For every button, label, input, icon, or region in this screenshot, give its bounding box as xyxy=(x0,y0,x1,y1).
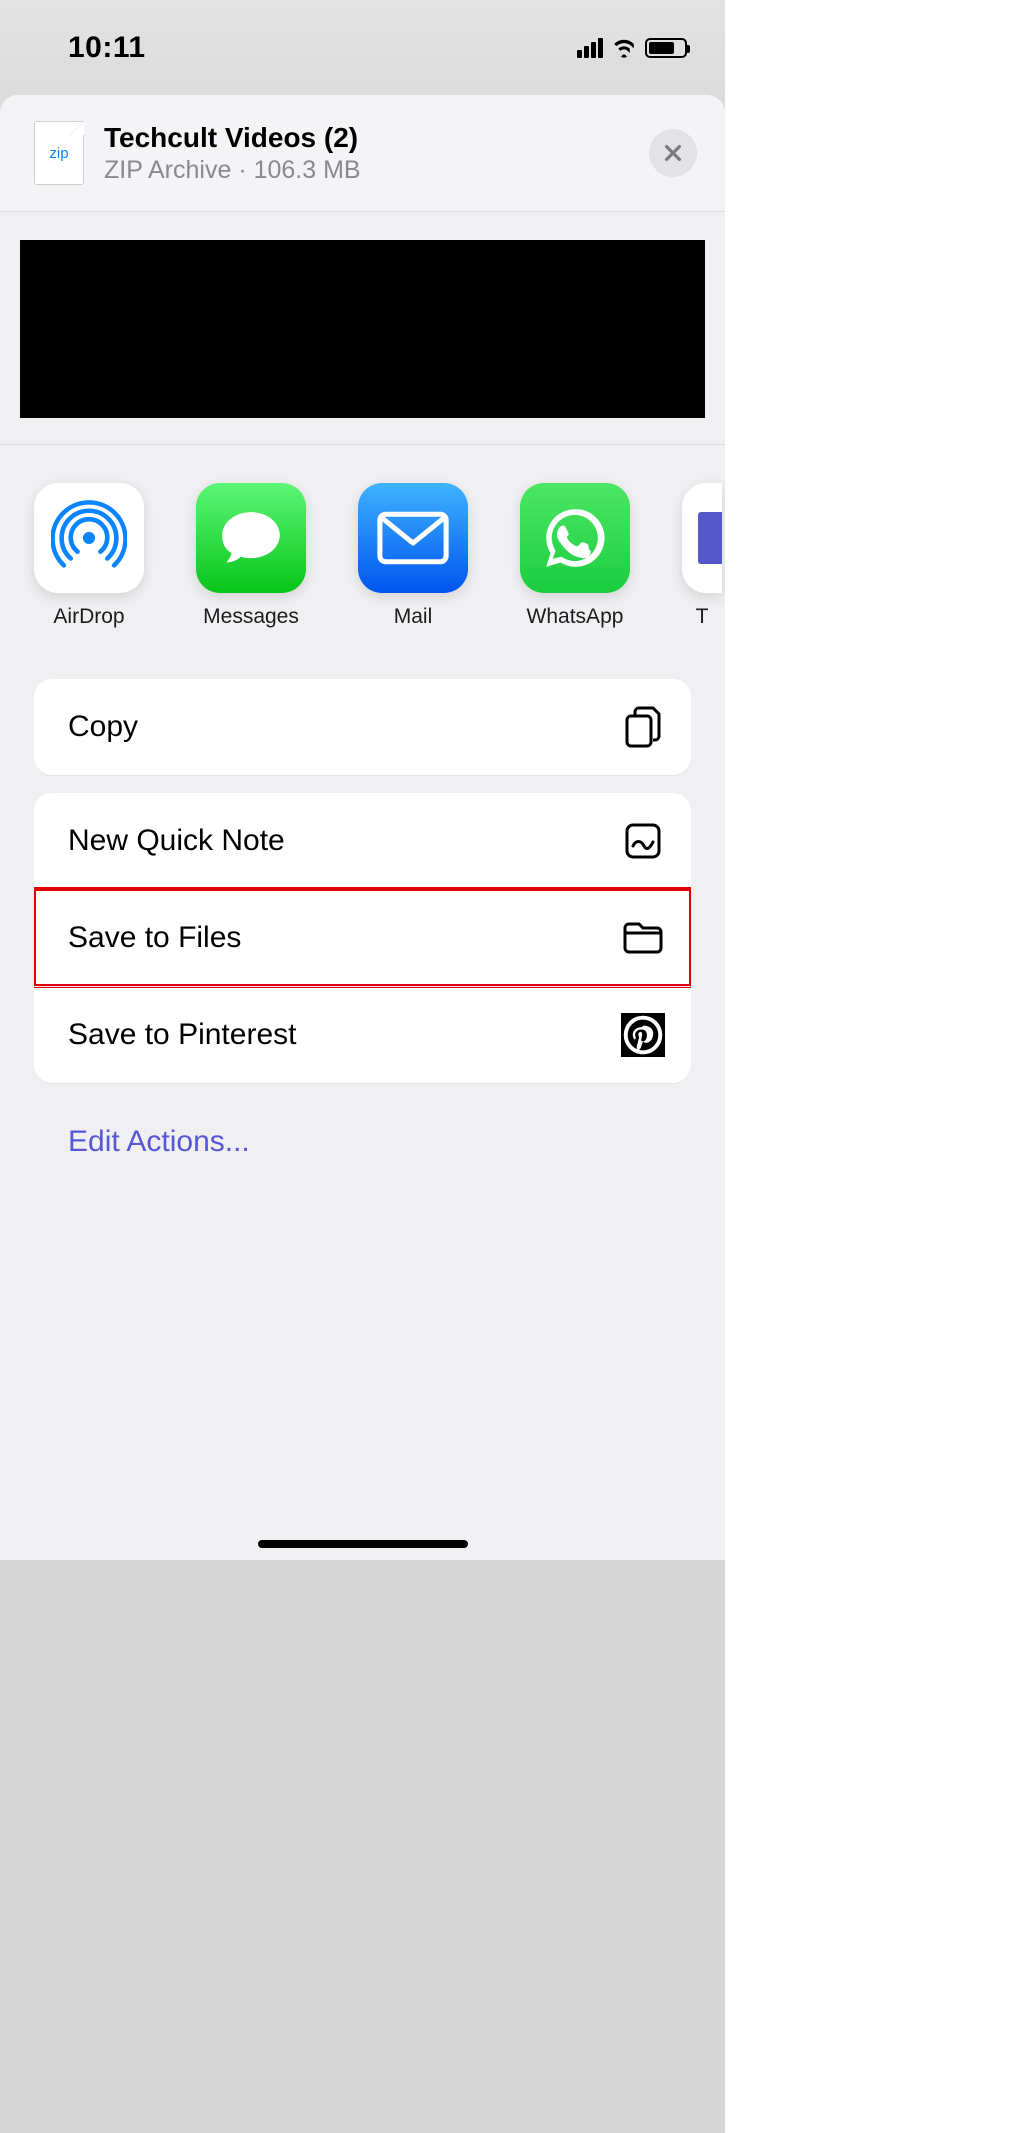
file-name: Techcult Videos (2) xyxy=(104,122,629,154)
action-list: Copy New Quick Note Save to Files xyxy=(0,659,725,1183)
whatsapp-icon xyxy=(520,483,630,593)
action-save-to-files[interactable]: Save to Files xyxy=(34,889,691,986)
battery-icon xyxy=(645,38,687,58)
close-icon xyxy=(662,142,684,164)
folder-icon xyxy=(621,916,665,960)
cellular-icon xyxy=(577,38,603,58)
action-label: New Quick Note xyxy=(68,824,285,858)
share-app-airdrop[interactable]: AirDrop xyxy=(34,483,144,629)
edit-actions-link[interactable]: Edit Actions... xyxy=(34,1101,691,1183)
app-label: AirDrop xyxy=(53,605,124,629)
close-button[interactable] xyxy=(649,129,697,177)
share-app-whatsapp[interactable]: WhatsApp xyxy=(520,483,630,629)
edit-actions-label: Edit Actions... xyxy=(68,1125,250,1158)
file-subtitle: ZIP Archive · 106.3 MB xyxy=(104,156,629,185)
file-meta: Techcult Videos (2) ZIP Archive · 106.3 … xyxy=(104,122,629,185)
status-time: 10:11 xyxy=(68,31,146,65)
preview-thumbnail[interactable] xyxy=(20,240,705,418)
status-indicators xyxy=(577,38,687,58)
pinterest-icon xyxy=(621,1013,665,1057)
action-label: Save to Pinterest xyxy=(68,1018,296,1052)
share-app-teams[interactable]: T xyxy=(682,483,722,629)
app-label: T xyxy=(696,605,709,629)
airdrop-icon xyxy=(34,483,144,593)
copy-icon xyxy=(621,705,665,749)
app-label: WhatsApp xyxy=(527,605,624,629)
file-header: zip Techcult Videos (2) ZIP Archive · 10… xyxy=(0,95,725,212)
share-apps-row[interactable]: AirDrop Messages Mail WhatsApp xyxy=(0,445,725,659)
messages-icon xyxy=(196,483,306,593)
preview-area xyxy=(0,212,725,445)
teams-icon xyxy=(682,483,722,593)
action-save-to-pinterest[interactable]: Save to Pinterest xyxy=(34,986,691,1083)
action-label: Save to Files xyxy=(68,921,241,955)
wifi-icon xyxy=(611,38,637,58)
share-app-messages[interactable]: Messages xyxy=(196,483,306,629)
action-quick-note[interactable]: New Quick Note xyxy=(34,793,691,889)
quick-note-icon xyxy=(621,819,665,863)
file-thumbnail: zip xyxy=(34,121,84,185)
app-label: Messages xyxy=(203,605,299,629)
file-thumb-label: zip xyxy=(49,145,68,162)
action-label: Copy xyxy=(68,710,138,744)
status-bar: 10:11 xyxy=(0,0,725,95)
device-frame: 10:11 zip Techcult Videos (2) ZIP Archiv… xyxy=(0,0,725,1560)
mail-icon xyxy=(358,483,468,593)
share-sheet: zip Techcult Videos (2) ZIP Archive · 10… xyxy=(0,95,725,1560)
share-app-mail[interactable]: Mail xyxy=(358,483,468,629)
action-copy[interactable]: Copy xyxy=(34,679,691,775)
home-indicator[interactable] xyxy=(258,1540,468,1548)
app-label: Mail xyxy=(394,605,433,629)
